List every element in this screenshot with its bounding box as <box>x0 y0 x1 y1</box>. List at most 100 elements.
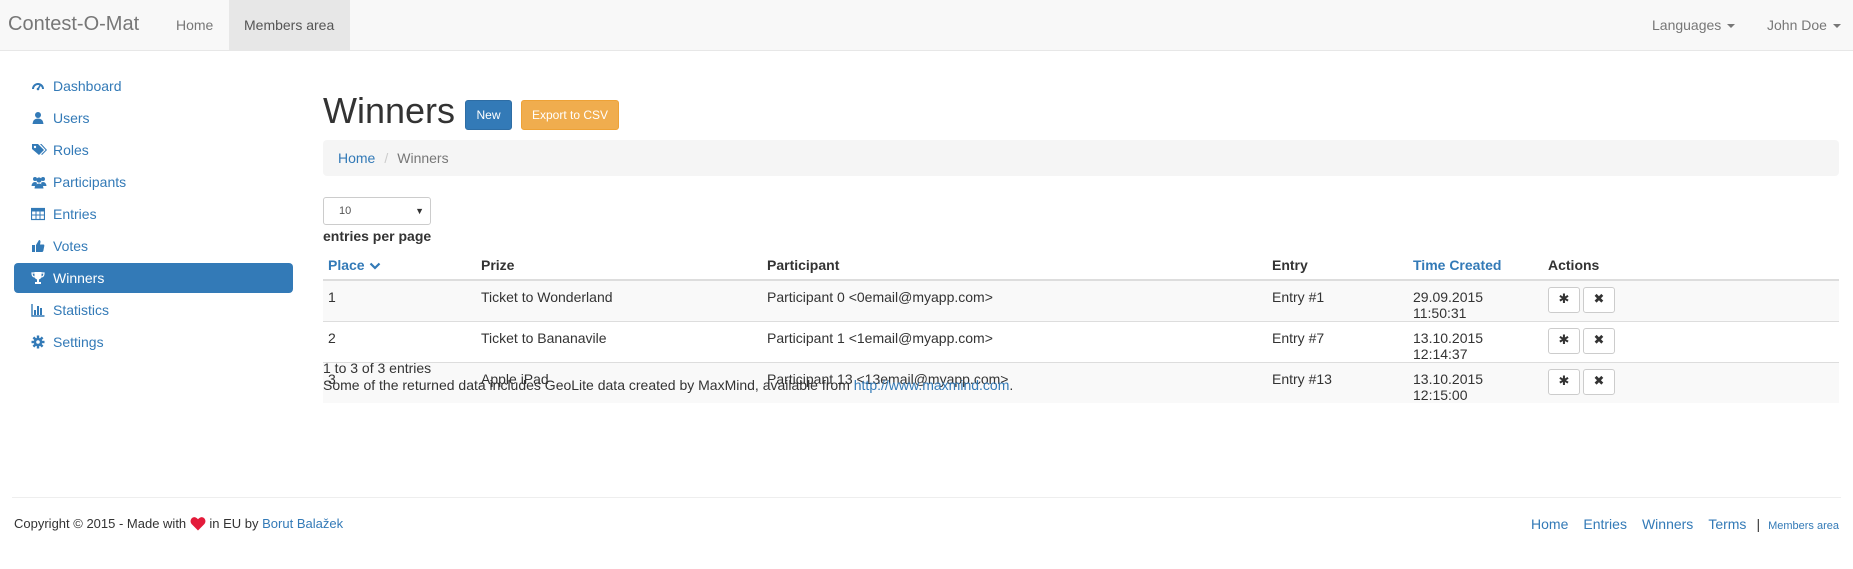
languages-label: Languages <box>1652 17 1722 33</box>
table-info: 1 to 3 of 3 entries <box>323 360 432 376</box>
author-link[interactable]: Borut Balažek <box>262 516 343 531</box>
user-icon <box>31 111 49 125</box>
sidebar-item-label: Settings <box>53 334 104 350</box>
sidebar-item-label: Users <box>53 110 90 126</box>
edit-button[interactable]: ✱ <box>1548 328 1580 354</box>
footer-terms-link[interactable]: Terms <box>1708 516 1746 532</box>
page-length-value: 10 <box>339 205 352 217</box>
geolite-notice: Some of the returned data includes GeoLi… <box>323 377 1013 393</box>
sidebar-item-users[interactable]: Users <box>14 103 293 133</box>
column-header-actions: Actions <box>1543 250 1839 281</box>
user-dropdown[interactable]: John Doe <box>1767 0 1841 50</box>
users-icon <box>31 175 49 189</box>
cell-prize: Ticket to Wonderland <box>476 279 762 322</box>
page-title: Winners <box>323 90 456 131</box>
nav-home-link[interactable]: Home <box>161 0 228 50</box>
breadcrumb-current: Winners <box>397 150 449 166</box>
breadcrumb-separator: / <box>384 150 389 166</box>
delete-button[interactable]: ✖ <box>1583 328 1615 354</box>
footer-copyright: Copyright © 2015 - Made with in EU by Bo… <box>14 516 343 532</box>
table-icon <box>31 207 49 221</box>
caret-down-icon <box>1727 24 1736 29</box>
sidebar-item-entries[interactable]: Entries <box>14 199 293 229</box>
chevron-down-icon <box>369 262 380 270</box>
column-header-place[interactable]: Place <box>323 250 476 281</box>
nav-members-area-link[interactable]: Members area <box>229 0 350 50</box>
copyright-middle: in EU by <box>205 516 263 531</box>
table-row: 2 Ticket to Bananavile Participant 1 <1e… <box>323 321 1839 363</box>
bar-chart-icon <box>31 303 49 317</box>
trophy-icon <box>31 271 49 285</box>
select-arrow-icon: ▼ <box>415 206 424 216</box>
cell-actions: ✱ ✖ <box>1543 362 1839 403</box>
sidebar-item-winners[interactable]: Winners <box>14 263 293 293</box>
cell-time-created: 29.09.2015 11:50:31 <box>1408 279 1543 322</box>
footer-entries-link[interactable]: Entries <box>1583 516 1627 532</box>
caret-down-icon <box>1832 24 1841 29</box>
sidebar-item-label: Participants <box>53 174 127 190</box>
table-header-row: Place Prize Participant Entry Time Creat… <box>323 250 1839 281</box>
column-label: Place <box>328 256 365 273</box>
column-header-entry: Entry <box>1267 250 1408 281</box>
column-header-time-created[interactable]: Time Created <box>1408 250 1543 281</box>
cell-place: 1 <box>323 279 476 322</box>
top-navbar: Contest-O-Mat Home Members area Language… <box>0 0 1853 51</box>
page-length-select[interactable]: 10 ▼ <box>323 197 431 225</box>
brand-link[interactable]: Contest-O-Mat <box>8 12 139 36</box>
page-length-label: entries per page <box>323 228 432 244</box>
sidebar-item-settings[interactable]: Settings <box>14 327 293 357</box>
footer-members-area-link[interactable]: Members area <box>1768 520 1839 532</box>
gear-icon: ✱ <box>1558 291 1570 306</box>
sidebar-item-statistics[interactable]: Statistics <box>14 295 293 325</box>
edit-button[interactable]: ✱ <box>1548 287 1580 313</box>
sidebar-nav: Dashboard Users Roles Participants Entri… <box>14 71 293 359</box>
footer-divider <box>12 497 1841 498</box>
maxmind-link[interactable]: http://www.maxmind.com <box>854 377 1010 393</box>
dashboard-icon <box>31 79 49 93</box>
cell-participant: Participant 0 <0email@myapp.com> <box>762 279 1267 322</box>
sidebar-item-roles[interactable]: Roles <box>14 135 293 165</box>
footer-links: Home Entries Winners Terms | Members area <box>1516 516 1839 532</box>
breadcrumb: Home / Winners <box>323 140 1839 176</box>
cell-actions: ✱ ✖ <box>1543 321 1839 363</box>
sidebar-item-label: Statistics <box>53 302 110 318</box>
user-name: John Doe <box>1767 17 1827 33</box>
copyright-text: Copyright © 2015 - Made with <box>14 516 190 531</box>
sidebar-item-participants[interactable]: Participants <box>14 167 293 197</box>
tags-icon <box>31 143 49 157</box>
languages-dropdown[interactable]: Languages <box>1652 0 1736 50</box>
edit-button[interactable]: ✱ <box>1548 369 1580 395</box>
new-button[interactable]: New <box>465 100 512 130</box>
close-icon: ✖ <box>1593 291 1605 306</box>
cell-prize: Ticket to Bananavile <box>476 321 762 363</box>
cell-entry: Entry #1 <box>1267 279 1408 322</box>
breadcrumb-home-link[interactable]: Home <box>338 150 375 166</box>
footer-separator: | <box>1756 516 1761 532</box>
gear-icon: ✱ <box>1558 332 1570 347</box>
delete-button[interactable]: ✖ <box>1583 287 1615 313</box>
sidebar-item-label: Votes <box>53 238 89 254</box>
close-icon: ✖ <box>1593 373 1605 388</box>
footer-winners-link[interactable]: Winners <box>1642 516 1693 532</box>
export-csv-button[interactable]: Export to CSV <box>521 100 619 130</box>
close-icon: ✖ <box>1593 332 1605 347</box>
cell-time-created: 13.10.2015 12:14:37 <box>1408 321 1543 363</box>
column-header-participant: Participant <box>762 250 1267 281</box>
sidebar-item-label: Dashboard <box>53 78 122 94</box>
sidebar-item-votes[interactable]: Votes <box>14 231 293 261</box>
sidebar-item-dashboard[interactable]: Dashboard <box>14 71 293 101</box>
gear-icon <box>31 335 49 349</box>
sidebar-item-label: Entries <box>53 206 97 222</box>
gear-icon: ✱ <box>1558 373 1570 388</box>
footer-home-link[interactable]: Home <box>1531 516 1568 532</box>
cell-actions: ✱ ✖ <box>1543 279 1839 322</box>
table-row: 1 Ticket to Wonderland Participant 0 <0e… <box>323 279 1839 322</box>
cell-participant: Participant 1 <1email@myapp.com> <box>762 321 1267 363</box>
heart-icon <box>190 517 206 531</box>
sidebar-item-label: Roles <box>53 142 89 158</box>
column-header-prize: Prize <box>476 250 762 281</box>
cell-time-created: 13.10.2015 12:15:00 <box>1408 362 1543 403</box>
delete-button[interactable]: ✖ <box>1583 369 1615 395</box>
cell-place: 2 <box>323 321 476 363</box>
sidebar-item-label: Winners <box>53 270 105 286</box>
